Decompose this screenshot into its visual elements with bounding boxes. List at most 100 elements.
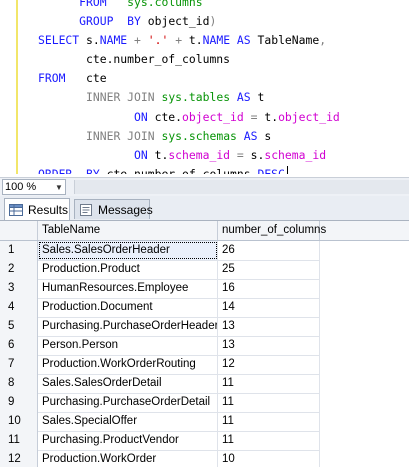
table-row[interactable]: 6 Person.Person 13 — [0, 336, 320, 356]
code-token: t — [250, 90, 265, 105]
grid-icon — [9, 203, 23, 216]
cell-number-of-columns[interactable]: 11 — [218, 374, 320, 393]
cell-tablename[interactable]: Sales.SalesOrderHeader — [38, 241, 218, 260]
chevron-down-icon[interactable]: ▼ — [53, 180, 65, 194]
code-token: + — [134, 33, 141, 48]
results-grid[interactable]: TableName number_of_columns 1 Sales.Sales… — [0, 221, 409, 467]
cell-tablename[interactable]: Production.Product — [38, 260, 218, 279]
code-token: '.' — [147, 33, 169, 48]
cell-tablename[interactable]: Purchasing.PurchaseOrderHeader — [38, 317, 218, 336]
cell-tablename[interactable]: Sales.SalesOrderDetail — [38, 374, 218, 393]
change-tracking-bar — [16, 0, 18, 174]
table-row[interactable]: 12 Production.WorkOrder 10 — [0, 450, 320, 467]
column-header-number-of-columns[interactable]: number_of_columns — [218, 221, 326, 240]
row-number[interactable]: 4 — [0, 298, 38, 317]
grid-header: TableName number_of_columns — [0, 221, 409, 241]
tab-results[interactable]: Results — [4, 198, 70, 220]
code-token: object_id — [140, 14, 210, 29]
code-token: schema_id — [168, 147, 231, 162]
code-token: , — [319, 33, 327, 48]
table-row[interactable]: 8 Sales.SalesOrderDetail 11 — [0, 374, 320, 394]
cell-number-of-columns[interactable]: 16 — [218, 279, 320, 298]
cell-tablename[interactable]: Purchasing.PurchaseOrderDetail — [38, 393, 218, 412]
table-row[interactable]: 7 Production.WorkOrderRouting 12 — [0, 355, 320, 375]
cell-tablename[interactable]: Production.WorkOrderRouting — [38, 355, 218, 374]
code-token: s. — [79, 33, 100, 48]
row-number[interactable]: 6 — [0, 336, 38, 355]
code-token: ORDER — [38, 166, 73, 174]
cell-number-of-columns[interactable]: 25 — [218, 260, 320, 279]
messages-icon — [79, 203, 93, 216]
horizontal-scrollbar[interactable] — [74, 180, 409, 194]
grid-corner[interactable] — [0, 221, 38, 240]
code-token: JOIN — [127, 128, 155, 143]
code-line: ON cte.object_id = t.object_id — [38, 108, 340, 127]
code-token: cte. — [147, 109, 183, 124]
code-token: FROM — [79, 0, 107, 9]
cell-tablename[interactable]: Production.Document — [38, 298, 218, 317]
row-number[interactable]: 7 — [0, 355, 38, 374]
tab-results-label: Results — [28, 202, 69, 217]
table-row[interactable]: 2 Production.Product 25 — [0, 260, 320, 280]
table-row[interactable]: 5 Purchasing.PurchaseOrderHeader 13 — [0, 317, 320, 337]
sql-editor[interactable]: FROM sys.columns GROUP BY object_id) SELE… — [0, 0, 409, 174]
row-number[interactable]: 9 — [0, 393, 38, 412]
code-line: FROM cte — [38, 69, 340, 88]
cell-tablename[interactable]: Purchasing.ProductVendor — [38, 431, 218, 450]
code-token: t. — [182, 33, 203, 48]
zoom-bar: 100 % ▼ — [0, 177, 409, 197]
table-row[interactable]: 11 Purchasing.ProductVendor 11 — [0, 431, 320, 451]
code-token: = — [236, 147, 244, 162]
table-row[interactable]: 1 Sales.SalesOrderHeader 26 — [0, 241, 320, 261]
cell-number-of-columns[interactable]: 11 — [218, 393, 320, 412]
tab-messages[interactable]: Messages — [74, 199, 153, 219]
cell-tablename[interactable]: Sales.SpecialOffer — [38, 412, 218, 431]
row-number[interactable]: 10 — [0, 412, 38, 431]
cell-number-of-columns[interactable]: 14 — [218, 298, 320, 317]
cell-tablename[interactable]: Person.Person — [38, 336, 218, 355]
row-number[interactable]: 11 — [0, 431, 38, 450]
table-row[interactable]: 3 HumanResources.Employee 16 — [0, 279, 320, 299]
row-number[interactable]: 8 — [0, 374, 38, 393]
code-token: sys.tables — [161, 90, 231, 105]
zoom-value: 100 % — [5, 181, 37, 193]
sql-code[interactable]: FROM sys.columns GROUP BY object_id) SELE… — [38, 0, 340, 174]
cell-number-of-columns[interactable]: 11 — [218, 412, 320, 431]
row-number[interactable]: 5 — [0, 317, 38, 336]
cell-number-of-columns[interactable]: 26 — [218, 241, 320, 260]
code-token: INNER — [86, 90, 121, 105]
code-token: object_id — [182, 109, 244, 124]
row-number[interactable]: 12 — [0, 450, 38, 467]
tab-messages-label: Messages — [98, 202, 153, 217]
table-row[interactable]: 9 Purchasing.PurchaseOrderDetail 11 — [0, 393, 320, 413]
code-token: AS — [243, 128, 258, 143]
row-number[interactable]: 3 — [0, 279, 38, 298]
code-token: BY — [86, 166, 100, 174]
row-number[interactable]: 2 — [0, 260, 38, 279]
row-number[interactable]: 1 — [0, 241, 38, 260]
table-row[interactable]: 10 Sales.SpecialOffer 11 — [0, 412, 320, 432]
cell-number-of-columns[interactable]: 13 — [218, 336, 320, 355]
cell-number-of-columns[interactable]: 12 — [218, 355, 320, 374]
cell-number-of-columns[interactable]: 10 — [218, 450, 320, 467]
code-token: NAME — [202, 33, 231, 48]
results-tabstrip: Results Messages — [0, 196, 409, 221]
code-line: SELECT s.NAME + '.' + t.NAME AS TableNam… — [38, 31, 340, 50]
zoom-select[interactable]: 100 % ▼ — [2, 179, 66, 195]
code-line: ORDER BY cte.number_of_columns DESC — [38, 165, 340, 174]
cell-number-of-columns[interactable]: 11 — [218, 431, 320, 450]
cell-tablename[interactable]: HumanResources.Employee — [38, 279, 218, 298]
code-token: s — [257, 128, 272, 143]
code-token: sys.schemas — [161, 128, 237, 143]
cell-tablename[interactable]: Production.WorkOrder — [38, 450, 218, 467]
cell-number-of-columns[interactable]: 13 — [218, 317, 320, 336]
column-header-tablename[interactable]: TableName — [38, 221, 218, 240]
table-row[interactable]: 4 Production.Document 14 — [0, 298, 320, 318]
